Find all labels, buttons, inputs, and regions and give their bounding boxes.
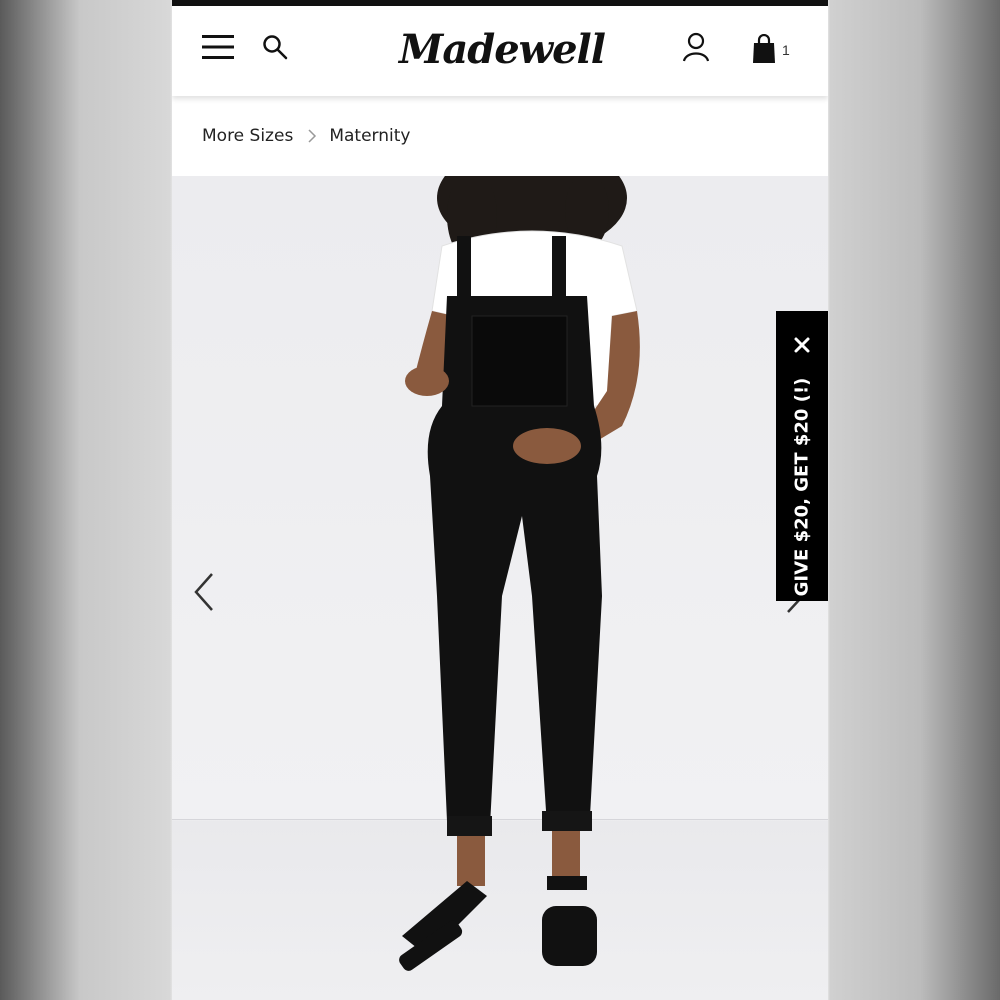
- product-photo: [399, 176, 640, 971]
- breadcrumb-link-maternity[interactable]: Maternity: [329, 126, 410, 146]
- product-image-carousel[interactable]: [172, 176, 828, 1000]
- account-icon[interactable]: [682, 32, 710, 62]
- product-page: Madewell 1 More Sizes Maternity GIVE $20…: [172, 0, 828, 1000]
- chevron-right-icon: [308, 129, 317, 143]
- shopping-bag-icon[interactable]: [752, 34, 776, 64]
- referral-promo-tab[interactable]: GIVE $20, GET $20 (!): [776, 311, 828, 601]
- site-header: Madewell 1: [172, 6, 828, 96]
- breadcrumb: More Sizes Maternity: [172, 96, 828, 176]
- brand-logo[interactable]: Madewell: [392, 20, 612, 80]
- chevron-left-icon[interactable]: [192, 572, 216, 612]
- promo-label: GIVE $20, GET $20 (!): [791, 377, 813, 597]
- breadcrumb-link-more-sizes[interactable]: More Sizes: [202, 126, 293, 146]
- hamburger-menu-icon[interactable]: [202, 34, 234, 60]
- search-icon[interactable]: [262, 34, 288, 60]
- bag-count: 1: [782, 42, 790, 58]
- close-icon[interactable]: [792, 335, 812, 355]
